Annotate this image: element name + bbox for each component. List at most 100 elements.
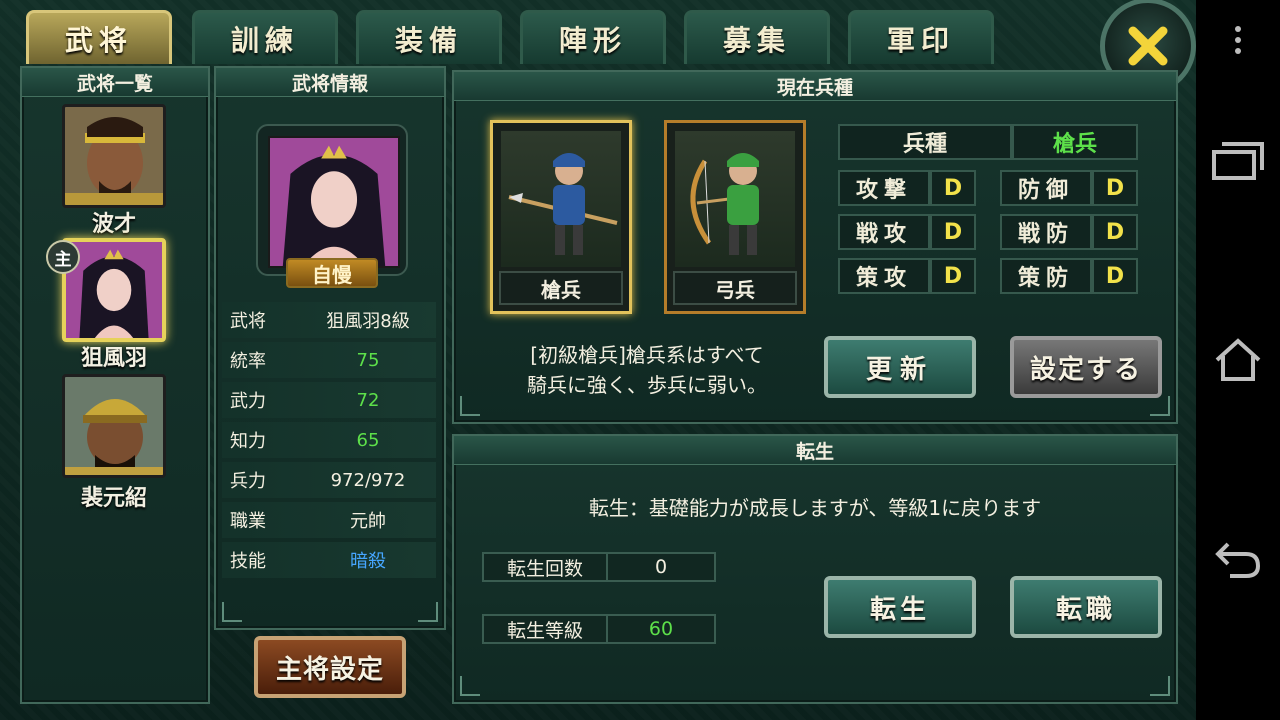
rebirth-panel-title: 転生 [454, 436, 1176, 465]
grade-label-attack: 攻撃 [838, 170, 930, 206]
tab-label: 装備 [394, 23, 463, 57]
set-troop-button[interactable]: 設定する [1010, 336, 1162, 398]
grade-label-tactic-attack: 策攻 [838, 258, 930, 294]
rebirth-level-value: 60 [648, 618, 674, 640]
troop-description-line: 騎兵に強く、歩兵に弱い。 [527, 373, 767, 397]
troop-type-label: 兵種 [838, 124, 1012, 160]
troop-panel-title: 現在兵種 [454, 72, 1176, 101]
system-navigation-bar [1196, 0, 1280, 720]
stat-label: 兵力 [230, 471, 266, 492]
portrait-image [65, 377, 163, 475]
troop-card-archer[interactable]: 弓兵 [664, 120, 806, 314]
back-icon [1215, 542, 1261, 578]
stat-row-hero: 武将 狙風羽8級 [222, 302, 436, 338]
tab-label: 募集 [722, 23, 791, 57]
tab-label: 陣形 [558, 23, 627, 57]
job-change-button[interactable]: 転職 [1010, 576, 1162, 638]
tab-label: 軍印 [886, 23, 955, 57]
trait-label: 自慢 [312, 262, 352, 287]
troop-name: 弓兵 [673, 271, 797, 305]
home-button[interactable] [1196, 330, 1280, 390]
troop-description: [初級槍兵]槍兵系はすべて 騎兵に強く、歩兵に弱い。 [502, 340, 792, 400]
tab-label: 訓練 [230, 23, 299, 57]
corner-ornament [1150, 396, 1170, 416]
grade-label-war-attack: 戦攻 [838, 214, 930, 250]
set-main-general-button[interactable]: 主将設定 [254, 636, 406, 698]
stat-row-troops: 兵力 972/972 [222, 462, 436, 498]
grade-value-tactic-attack: D [930, 258, 976, 294]
portrait-image [66, 242, 162, 338]
grade-value-war-attack: D [930, 214, 976, 250]
close-icon [1128, 26, 1168, 66]
home-icon [1215, 338, 1261, 381]
portrait-image [65, 107, 163, 205]
overflow-menu-icon [1235, 26, 1241, 54]
button-label: 転生 [869, 594, 930, 625]
stat-row-intellect: 知力 65 [222, 422, 436, 458]
stat-value: 元帥 [350, 511, 386, 532]
corner-ornament [418, 602, 438, 622]
rebirth-count-value: 0 [654, 556, 668, 578]
badge-label: 主 [54, 249, 72, 270]
stat-label: 知力 [230, 431, 266, 452]
trait-badge: 自慢 [286, 258, 378, 288]
stat-row-strength: 武力 72 [222, 382, 436, 418]
hero-portrait-haigensho[interactable] [62, 374, 166, 478]
hero-name-haigensho: 裴元紹 [80, 486, 147, 511]
stat-label: 職業 [230, 511, 266, 532]
stat-row-skill: 技能 暗殺 [222, 542, 436, 578]
button-label: 主将設定 [275, 654, 384, 685]
tab-training[interactable]: 訓練 [192, 10, 338, 64]
tab-equipment[interactable]: 装備 [356, 10, 502, 64]
grade-value-war-defense: D [1092, 214, 1138, 250]
back-button[interactable] [1196, 530, 1280, 590]
troop-image [501, 131, 621, 267]
portrait-image [270, 138, 398, 266]
stat-value: 972/972 [330, 469, 406, 491]
overflow-menu-button[interactable] [1196, 10, 1280, 70]
troop-description-line: [初級槍兵]槍兵系はすべて [530, 343, 764, 367]
stat-label: 技能 [230, 551, 266, 572]
stat-label: 武力 [230, 391, 266, 412]
spearman-icon [508, 153, 618, 255]
recent-apps-button[interactable] [1196, 130, 1280, 190]
archer-icon [690, 153, 759, 255]
rebirth-count-row: 転生回数 0 [482, 552, 716, 582]
recent-apps-icon [1212, 142, 1264, 180]
hero-portrait-hasai[interactable] [62, 104, 166, 208]
stat-value: 75 [356, 349, 380, 371]
rebirth-level-label: 転生等級 [484, 616, 608, 642]
stat-value: 72 [356, 389, 380, 411]
grade-label-war-defense: 戦防 [1000, 214, 1092, 250]
rebirth-button[interactable]: 転生 [824, 576, 976, 638]
tab-heroes[interactable]: 武将 [26, 10, 172, 64]
troop-card-spear[interactable]: 槍兵 [490, 120, 632, 314]
corner-ornament [460, 396, 480, 416]
button-label: 転職 [1055, 594, 1116, 625]
hero-list-title: 武将一覧 [22, 68, 208, 97]
stat-label: 武将 [230, 311, 266, 332]
stat-value: 狙風羽8級 [326, 311, 410, 332]
hero-name-hasai: 波才 [91, 212, 136, 237]
corner-ornament [222, 602, 242, 622]
corner-ornament [460, 676, 480, 696]
stat-value: 65 [356, 429, 380, 451]
hero-large-portrait [268, 136, 400, 268]
tab-recruit[interactable]: 募集 [684, 10, 830, 64]
game-screen: 武将 訓練 装備 陣形 募集 軍印 武将一覧 波才 主 狙風羽 裴元紹 武将情報… [0, 0, 1196, 720]
rebirth-count-label: 転生回数 [484, 554, 608, 580]
grade-value-tactic-defense: D [1092, 258, 1138, 294]
tab-seal[interactable]: 軍印 [848, 10, 994, 64]
troop-type-value: 槍兵 [1012, 124, 1138, 160]
tab-formation[interactable]: 陣形 [520, 10, 666, 64]
update-button[interactable]: 更新 [824, 336, 976, 398]
stat-row-class: 職業 元帥 [222, 502, 436, 538]
corner-ornament [1150, 676, 1170, 696]
hero-info-panel: 武将情報 自慢 武将 狙風羽8級 統率 75 武力 72 知力 65 兵力 972/972… [214, 66, 446, 630]
hero-info-title: 武将情報 [216, 68, 444, 97]
skill-link[interactable]: 暗殺 [300, 547, 436, 573]
stat-row-command: 統率 75 [222, 342, 436, 378]
rebirth-level-row: 転生等級 60 [482, 614, 716, 644]
troop-name: 槍兵 [499, 271, 623, 305]
grade-label-tactic-defense: 策防 [1000, 258, 1092, 294]
